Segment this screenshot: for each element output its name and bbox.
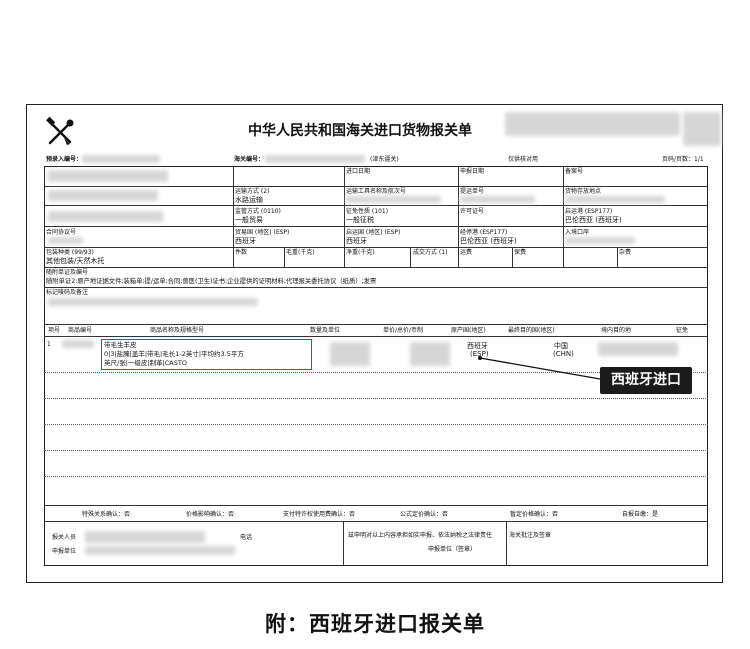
goods-header-dest-country: 最终目的国(地区) (508, 327, 555, 334)
redacted-contract (48, 237, 83, 244)
goods-header-origin: 原产国(地区) (451, 327, 486, 334)
declare-unit-label: 申报单位 (52, 548, 77, 555)
deal-mode-label: 成交方式 (1) (413, 249, 448, 256)
entry-port-label: 入境口岸 (565, 229, 590, 236)
supervision-value: 一般贸易 (235, 216, 263, 224)
package-label: 包装种类 (99/93) (46, 249, 94, 256)
formula-price-confirm: 公式定价确认：否 (400, 511, 449, 518)
license-label: 许可证号 (460, 208, 485, 215)
redacted-consignee (48, 170, 168, 182)
declare-date-label: 申报日期 (460, 168, 485, 175)
insurance-label: 保费 (514, 249, 527, 256)
goods-header-name: 商品名称及规格型号 (150, 327, 205, 334)
goods-header-dest-place: 境内目的地 (601, 327, 632, 334)
phone-label: 电话 (240, 534, 253, 541)
gross-weight-label: 毛重(千克) (286, 249, 315, 256)
contract-label: 合同协议号 (46, 229, 77, 236)
redacted-price (410, 342, 450, 366)
royalty-confirm: 支付特许权使用费确认：否 (283, 511, 356, 518)
tax-value: 一般征税 (346, 216, 374, 224)
redacted-preentry (82, 155, 160, 163)
redacted-bill (460, 196, 535, 203)
vessel-label: 运输工具名称及航次号 (346, 188, 407, 195)
caption: 附：西班牙进口报关单 (265, 612, 485, 636)
record-no-label: 备案号 (565, 168, 584, 175)
goods-header-price: 单价/总价/币制 (383, 327, 424, 334)
port-label: 启运港 (ESP177) (565, 208, 613, 215)
callout-label: 西班牙进口 (600, 367, 692, 394)
redacted-barcode (505, 112, 680, 136)
origin-country-label: 启运国 (地区) (ESP) (346, 229, 401, 236)
customs-no-label: 海关编号： (234, 156, 265, 163)
goods-origin: 西班牙 (467, 342, 488, 350)
seal-label: 申报单位（签章） (428, 546, 477, 553)
origin-country-value: 西班牙 (346, 237, 367, 245)
goods-header-no: 项号 (48, 327, 61, 334)
redacted-storage (565, 196, 665, 203)
storage-label: 货物存放地点 (565, 188, 602, 195)
document-title: 中华人民共和国海关进口货物报关单 (248, 123, 472, 139)
highlight-box (101, 339, 312, 370)
stop-port-value: 巴伦西亚 (西班牙) (460, 237, 517, 245)
import-date-label: 进口日期 (346, 168, 371, 175)
net-weight-label: 净重(千克) (346, 249, 375, 256)
goods-header-levy: 征免 (676, 327, 689, 334)
marks-label: 标记唛码及备注 (46, 289, 89, 296)
redacted-declarant (85, 531, 205, 543)
redacted-consumer (48, 211, 163, 222)
transport-label: 运输方式 (2) (235, 188, 270, 195)
page-count: 页码/页数：1/1 (662, 156, 704, 163)
customs-port: (津东疆关) (370, 156, 399, 163)
trade-country-label: 贸易国 (地区) (ESP) (235, 229, 290, 236)
goods-header-code: 商品编号 (68, 327, 93, 334)
special-relation-confirm: 特殊关系确认：否 (82, 511, 131, 518)
bill-label: 提运单号 (460, 188, 485, 195)
docs-value: 随附单证2:原产地证据文件;装箱单;提/运单;合同;兽医(卫生)证书;企业提供的… (46, 278, 377, 285)
preentry-label: 预录入编号： (46, 156, 83, 163)
goods-item-no: 1 (47, 341, 51, 348)
stop-port-label: 经停港 (ESP177) (460, 229, 508, 236)
trade-country-value: 西班牙 (235, 237, 256, 245)
customs-note-label: 海关批注及签章 (509, 532, 552, 539)
callout-pointer (478, 356, 601, 380)
misc-fee-label: 杂费 (619, 249, 632, 256)
redacted-entry-port (565, 237, 635, 244)
docs-label: 随附单证及编号 (46, 269, 89, 276)
price-effect-confirm: 价格影响确认：否 (186, 511, 235, 518)
transport-value: 水路运输 (235, 196, 263, 204)
redacted-marks (48, 298, 258, 306)
goods-dest: 中国 (554, 342, 568, 350)
redacted-unit (85, 546, 235, 555)
redacted-customs-no (265, 155, 365, 163)
supervision-label: 监管方式 (0110) (235, 208, 281, 215)
redacted-hs-code (62, 340, 94, 348)
redacted-quantity (330, 342, 370, 366)
redacted-dest-place (598, 342, 678, 356)
customs-emblem-icon (46, 116, 74, 145)
freight-label: 运费 (460, 249, 473, 256)
legal-statement: 兹申明对以上内容承担如实申报、依法纳税之法律责任 (348, 532, 493, 539)
package-value: 其他包装/天然木托 (46, 257, 105, 265)
use-note: 仅供核对用 (508, 156, 539, 163)
goods-header-qty: 数量及单位 (310, 327, 341, 334)
self-pay-confirm: 自报自缴：是 (622, 511, 659, 518)
redacted-qr (683, 112, 721, 146)
redacted-overseas-shipper (48, 190, 158, 201)
tax-label: 征免性质 (101) (346, 208, 389, 215)
redacted-vessel (346, 196, 441, 203)
port-value: 巴伦西亚 (西班牙) (565, 216, 622, 224)
pieces-label: 件数 (235, 249, 248, 256)
provisional-price-confirm: 暂定价格确认：否 (510, 511, 559, 518)
declarant-label: 报关人员 (52, 534, 77, 541)
